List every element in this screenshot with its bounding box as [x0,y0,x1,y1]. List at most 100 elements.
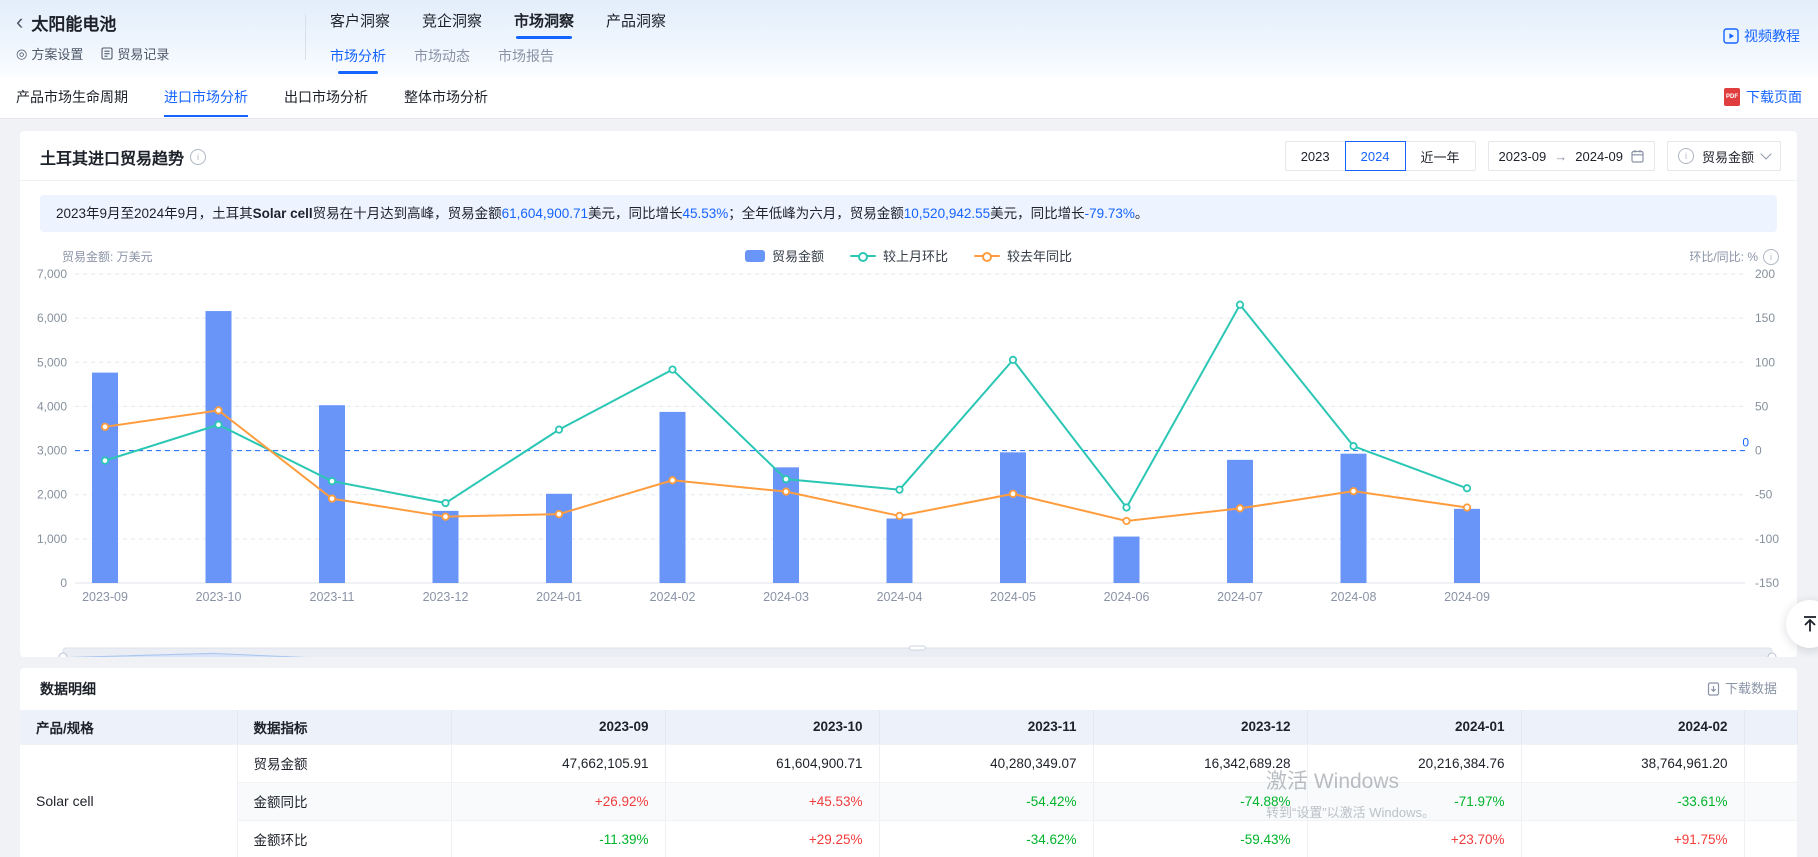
info-icon: i [1678,148,1694,164]
data-point [1464,485,1470,491]
product-cell: Solar cell [20,744,237,857]
data-point [1237,505,1243,511]
back-button[interactable]: ‹ [16,11,23,33]
svg-text:2024-07: 2024-07 [1217,590,1263,604]
app-header: ‹ 太阳能电池 ◎ 方案设置 贸易记录 客户洞察竞企洞察市场洞察产品洞察 市场分… [0,0,1818,78]
empty-cell [1744,744,1797,782]
table-card-header: 数据明细 下载数据 [20,668,1797,710]
bar [1227,460,1253,583]
summary-segment: 45.53% [682,206,728,221]
sub-tab-item[interactable]: 市场动态 [414,44,470,68]
main-tabs: 客户洞察 竞企洞察 市场洞察 产品洞察 [330,8,666,36]
value-cell: -59.43% [1093,820,1307,857]
chart-legend: 贸易金额 较上月环比 较去年同比 [20,246,1797,265]
main-tab-item[interactable]: 客户洞察 [330,8,390,36]
data-point [1237,302,1243,308]
value-cell: +45.53% [665,782,879,820]
bar [1114,537,1140,583]
nav-tab-item[interactable]: 出口市场分析 [284,77,368,117]
svg-text:2023-11: 2023-11 [310,590,355,604]
date-range-picker[interactable]: 2023-09 → 2024-09 [1488,141,1655,171]
year-button-2023[interactable]: 2023 [1285,141,1346,171]
trend-card-title: 土耳其进口贸易趋势 i [40,145,206,169]
trend-chart[interactable]: 01,0002,0003,0004,0005,0006,0007,000-150… [20,267,1797,657]
svg-text:2024-06: 2024-06 [1104,590,1150,604]
chart-controls: 20232024近一年 2023-09 → 2024-09 i 贸易金额 [1285,141,1781,171]
svg-text:150: 150 [1755,311,1775,325]
metric-select-value: 贸易金额 [1702,147,1754,166]
legend-item[interactable]: 较上月环比 [850,246,948,265]
value-cell: +29.25% [665,820,879,857]
data-point [1010,491,1016,497]
legend-label: 较去年同比 [1007,246,1072,265]
datazoom-handle-right[interactable] [1768,653,1776,657]
trade-records-link[interactable]: 贸易记录 [101,44,169,63]
back-to-top-icon [1800,614,1818,634]
year-button-近一年[interactable]: 近一年 [1405,141,1476,171]
table-section-title: 数据明细 [40,668,96,710]
chevron-down-icon [1760,148,1771,159]
arrow-right-icon: → [1554,149,1567,164]
bar [1454,509,1480,583]
summary-segment: 美元，同比增长 [990,206,1085,221]
bar [206,311,232,583]
datazoom-handle-left[interactable] [59,653,67,657]
bar [433,511,459,583]
data-point [896,486,902,492]
data-point [215,422,221,428]
svg-text:100: 100 [1755,355,1775,369]
info-icon[interactable]: i [190,149,206,165]
data-point [329,495,335,501]
trade-records-label: 贸易记录 [117,44,169,63]
sub-tab-active[interactable]: 市场分析 [330,44,386,68]
summary-segment: 2023年9月至2024年9月，土耳其 [56,206,253,221]
video-tutorial-link[interactable]: 视频教程 [1723,26,1800,46]
main-tab-active[interactable]: 市场洞察 [514,8,574,36]
bar [773,467,799,583]
svg-text:7,000: 7,000 [37,267,67,281]
data-point [669,477,675,483]
svg-text:2,000: 2,000 [37,488,67,502]
svg-text:200: 200 [1755,267,1775,281]
download-page-link[interactable]: PDF 下载页面 [1724,77,1802,117]
bar [546,494,572,583]
value-cell: -11.39% [451,820,665,857]
svg-text:0: 0 [1742,436,1749,450]
data-point [1123,504,1129,510]
data-point [1350,443,1356,449]
value-cell: 47,662,105.91 [451,744,665,782]
target-icon: ◎ [16,46,27,62]
nav-tab-item[interactable]: 产品市场生命周期 [16,77,128,117]
legend-line-swatch [974,252,1000,260]
summary-segment: Solar cell [253,206,313,221]
legend-item[interactable]: 较去年同比 [974,246,1072,265]
svg-text:0: 0 [1755,444,1762,458]
main-tab-item[interactable]: 产品洞察 [606,8,666,36]
datazoom-grip[interactable] [910,646,926,650]
sub-tab-item[interactable]: 市场报告 [498,44,554,68]
data-point [442,500,448,506]
page: ‹ 太阳能电池 ◎ 方案设置 贸易记录 客户洞察竞企洞察市场洞察产品洞察 市场分… [0,0,1818,857]
download-data-link[interactable]: 下载数据 [1707,668,1777,710]
svg-text:1,000: 1,000 [37,532,67,546]
bar-series[interactable] [92,311,1480,583]
scheme-settings-link[interactable]: ◎ 方案设置 [16,44,83,63]
value-cell: +91.75% [1521,820,1744,857]
datazoom-slider[interactable] [59,646,1776,657]
download-data-icon [1707,682,1720,696]
svg-text:2024-04: 2024-04 [877,590,923,604]
data-point [1123,518,1129,524]
value-cell: 40,280,349.07 [879,744,1093,782]
legend-label: 较上月环比 [883,246,948,265]
nav-tab-item[interactable]: 整体市场分析 [404,77,488,117]
data-point [442,513,448,519]
x-axis-labels: 2023-092023-102023-112023-122024-012024-… [82,590,1490,604]
metric-select[interactable]: i 贸易金额 [1667,141,1781,171]
nav-tab-active[interactable]: 进口市场分析 [164,77,248,117]
svg-text:2024-08: 2024-08 [1331,590,1377,604]
main-tab-item[interactable]: 竞企洞察 [422,8,482,36]
year-button-2024[interactable]: 2024 [1345,141,1406,171]
section-nav: 产品市场生命周期进口市场分析出口市场分析整体市场分析 PDF 下载页面 [0,77,1818,119]
legend-item[interactable]: 贸易金额 [745,246,824,265]
document-icon [101,47,113,60]
